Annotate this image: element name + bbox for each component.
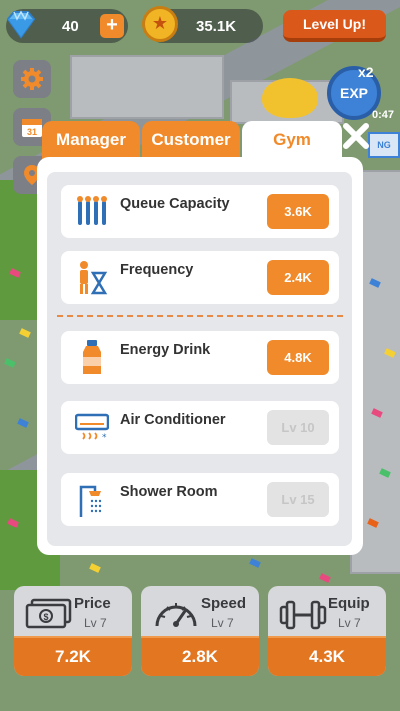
coin-counter: ★ 35.1K [142,6,263,43]
card-level: Lv 7 [211,616,234,630]
speedometer-icon [155,603,197,627]
exp-multiplier: x2 [358,64,374,80]
cash-icon: $ [25,598,72,629]
confetti [249,558,261,568]
level-up-button[interactable]: Level Up! [283,10,386,42]
svg-text:$: $ [43,612,48,622]
queue-icon [77,196,107,225]
tab-gym[interactable]: Gym [242,121,342,161]
card-cost-button[interactable]: 4.3K [268,636,386,676]
upgrade-label: Shower Room [120,484,218,500]
card-title: Equip [328,595,370,612]
upgrade-locked-button[interactable]: Lv 15 [267,482,329,517]
upgrade-locked-button[interactable]: Lv 10 [267,410,329,445]
gem-counter: 40 + [6,9,128,43]
tab-customer[interactable]: Customer [142,121,240,159]
upgrade-button[interactable]: 3.6K [267,194,329,229]
add-gems-button[interactable]: + [100,14,124,38]
close-button[interactable] [336,118,376,158]
upgrade-button[interactable]: 2.4K [267,260,329,295]
card-title: Speed [201,595,247,612]
section-divider [57,315,343,317]
air-conditioner-icon: * [75,413,109,443]
confetti [19,328,31,338]
equip-upgrade-card[interactable]: Equip Lv 7 4.3K [268,586,386,676]
card-cost-button[interactable]: 7.2K [14,636,132,676]
speed-upgrade-card[interactable]: Speed Lv 7 2.8K [141,586,259,676]
coin-icon: ★ [142,6,178,42]
card-level: Lv 7 [338,616,361,630]
coin-count: 35.1K [196,17,237,35]
bottle-icon [83,340,101,374]
price-upgrade-card[interactable]: $ Price Lv 7 7.2K [14,586,132,676]
upgrade-label: Air Conditioner [120,412,226,428]
gear-icon [21,68,43,90]
shower-icon [79,485,102,517]
upgrade-label: Energy Drink [120,342,211,358]
upgrade-button[interactable]: 4.8K [267,340,329,375]
confetti [17,418,29,428]
duck-float [262,78,318,118]
upgrade-row-air-conditioner: * Air Conditioner Lv 10 [61,401,339,454]
confetti [319,573,331,583]
settings-button[interactable] [13,60,51,98]
upgrade-row-frequency: Frequency 2.4K [61,251,339,304]
upgrade-row-energy-drink: Energy Drink 4.8K [61,331,339,384]
upgrade-label: Queue Capacity [120,196,230,212]
upgrade-list: Queue Capacity 3.6K Frequency 2.4K Energ… [47,172,352,546]
upgrade-row-queue-capacity: Queue Capacity 3.6K [61,185,339,238]
card-title: Price [74,595,111,612]
diamond-icon [6,10,36,39]
gem-count: 40 [62,17,79,35]
top-bar: 40 + ★ 35.1K Level Up! [0,0,400,54]
dumbbell-icon [279,600,327,630]
close-icon [343,123,369,149]
svg-text:*: * [102,433,107,443]
building-roof [70,55,224,119]
confetti [4,358,16,368]
confetti [89,563,101,573]
tab-manager[interactable]: Manager [42,121,140,159]
svg-text:31: 31 [27,127,37,137]
upgrade-label: Frequency [120,262,194,278]
card-level: Lv 7 [84,616,107,630]
calendar-icon: 31 [22,119,42,137]
hourglass-person-icon [80,261,108,295]
card-cost-button[interactable]: 2.8K [141,636,259,676]
upgrade-row-shower-room: Shower Room Lv 15 [61,473,339,526]
